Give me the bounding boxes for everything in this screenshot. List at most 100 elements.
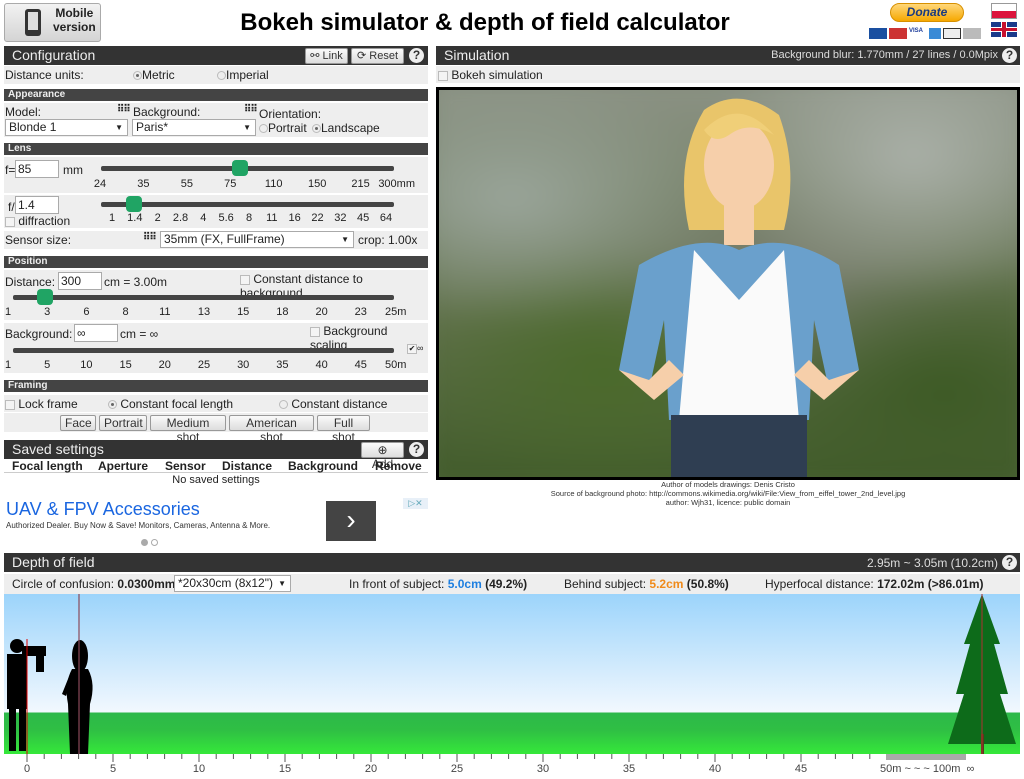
full-shot-button[interactable]: Full shot [317, 415, 370, 444]
aperture-slider-thumb[interactable] [126, 196, 142, 212]
model-label: Model: [5, 105, 42, 119]
ruler-label: 30 [536, 763, 550, 775]
american-shot-button[interactable]: American shot [229, 415, 314, 444]
help-icon[interactable]: ? [1002, 48, 1017, 63]
constant-distance-label: Constant distance [291, 397, 388, 411]
saved-settings-title: Saved settings [12, 441, 104, 457]
ad-text: Authorized Dealer. Buy Now & Save! Monit… [6, 521, 271, 530]
grid-icon[interactable]: ⠿⠿ [117, 104, 131, 115]
image-credits: Author of models drawings: Denis Cristo … [436, 480, 1020, 507]
aperture-input[interactable]: 1.4 [15, 196, 59, 214]
slider-tick-label: 50m [385, 359, 407, 371]
help-icon[interactable]: ? [409, 48, 424, 63]
slider-tick-label: 25 [197, 359, 211, 371]
lens-header: Lens [4, 143, 428, 155]
framing-header: Framing [4, 380, 428, 392]
distance-slider-thumb[interactable] [37, 289, 53, 305]
chevron-down-icon: ▼ [115, 123, 123, 132]
grid-icon[interactable]: ⠿⠿ [244, 104, 258, 115]
portrait-button[interactable]: Portrait [99, 415, 147, 431]
slider-tick-label: 30 [237, 359, 250, 371]
slider-tick-label: 10 [80, 359, 93, 371]
landscape-radio[interactable]: Landscape [312, 121, 380, 135]
focal-length-input[interactable]: 85 [15, 160, 59, 178]
background-blur-info: Background blur: 1.770mm / 27 lines / 0.… [771, 49, 998, 61]
payment-icons: VISA [869, 28, 981, 39]
distance-input[interactable]: 300 [58, 272, 102, 290]
slider-tick-label: 64 [379, 212, 393, 224]
infinity-checkbox[interactable]: ✔ ∞ [407, 343, 423, 354]
model-illustration [619, 98, 859, 477]
distance-slider[interactable] [13, 295, 394, 300]
aperture-slider[interactable] [101, 202, 394, 207]
slider-tick-label: 5.6 [218, 212, 234, 224]
donate-button[interactable]: Donate [890, 3, 964, 22]
sensor-select[interactable]: 35mm (FX, FullFrame) ▼ [160, 231, 354, 248]
print-size-select[interactable]: *20x30cm (8x12") ▼ [174, 575, 291, 592]
ruler-label: 5 [109, 763, 117, 775]
slider-tick-label: 8 [245, 212, 253, 224]
ad-title[interactable]: UAV & FPV Accessories [6, 499, 200, 520]
distance-units-label: Distance units: [5, 68, 84, 82]
refresh-icon: ⟳ [356, 50, 367, 62]
grid-icon[interactable]: ⠿⠿ [143, 232, 157, 243]
slider-tick-label: 1 [108, 212, 116, 224]
simulation-image [436, 87, 1020, 480]
position-header: Position [4, 256, 428, 268]
slider-tick-label: 20 [158, 359, 171, 371]
model-value: Blonde 1 [9, 120, 57, 134]
ruler-label: 35 [622, 763, 636, 775]
portrait-radio[interactable]: Portrait [259, 121, 307, 135]
coc-value: 0.0300mm [117, 577, 176, 591]
model-select[interactable]: Blonde 1 ▼ [5, 119, 128, 136]
ad-arrow-button[interactable]: › [326, 501, 376, 541]
column-header: Remove [375, 459, 422, 473]
slider-tick-label: 4 [200, 212, 207, 224]
slider-tick-label: 11 [266, 212, 278, 224]
imperial-radio[interactable]: Imperial [217, 68, 269, 82]
help-icon[interactable]: ? [409, 442, 424, 457]
lock-frame-checkbox[interactable]: Lock frame [5, 397, 78, 411]
slider-tick-label: 3 [44, 306, 51, 318]
slider-tick-label: 1.4 [127, 212, 143, 224]
face-button[interactable]: Face [60, 415, 96, 431]
uk-flag-icon[interactable] [991, 22, 1017, 37]
medium-shot-button[interactable]: Medium shot [150, 415, 226, 444]
slider-tick-label: 18 [276, 306, 289, 318]
sensor-value: 35mm (FX, FullFrame) [164, 232, 285, 246]
column-header: Distance [222, 459, 273, 473]
saved-table-header: Focal length Aperture Sensor Distance Ba… [4, 459, 428, 473]
add-button[interactable]: ⊕ Add [361, 442, 404, 471]
slider-tick-label: 25m [385, 306, 407, 318]
bokeh-simulation-checkbox[interactable]: Bokeh simulation [438, 68, 543, 82]
ad-close-icon[interactable]: ▷✕ [403, 498, 428, 509]
pl-flag-icon[interactable] [991, 3, 1017, 19]
link-button[interactable]: ⚯ Link [305, 48, 348, 64]
constant-focal-radio[interactable]: Constant focal length [108, 397, 233, 411]
credit-line: Author of models drawings: Denis Cristo [661, 480, 795, 489]
ruler-label: 25 [450, 763, 464, 775]
focal-length-slider-thumb[interactable] [232, 160, 248, 176]
slider-tick-label: 16 [288, 212, 301, 224]
mobile-version-button[interactable]: Mobile version [4, 3, 101, 42]
mm-label: mm [63, 163, 83, 177]
column-header: Aperture [98, 459, 149, 473]
constant-distance-radio[interactable]: Constant distance [279, 397, 387, 411]
model-silhouette-icon [62, 640, 93, 754]
diffraction-checkbox[interactable]: diffraction [5, 214, 70, 228]
mobile-label: Mobile [55, 6, 94, 20]
ruler-label: 15 [278, 763, 292, 775]
distance-label: Distance: [5, 275, 56, 289]
orientation-label: Orientation: [259, 107, 322, 121]
slider-tick-label: 45 [357, 212, 370, 224]
metric-radio[interactable]: Metric [133, 68, 175, 82]
help-icon[interactable]: ? [1002, 555, 1017, 570]
background-distance-slider[interactable] [13, 348, 394, 353]
distance-ruler: 0 5 10 15 20 25 30 35 40 45 50m ~ ~ ~ 100m ∞ [4, 754, 1020, 779]
background-select[interactable]: Paris* ▼ [132, 119, 256, 136]
background-distance-input[interactable]: ∞ [74, 324, 118, 342]
ad-pager[interactable] [141, 535, 159, 549]
reset-button[interactable]: ⟳ Reset [351, 48, 404, 64]
slider-tick-label: 150 [307, 178, 327, 190]
slider-tick-label: 55 [180, 178, 193, 190]
